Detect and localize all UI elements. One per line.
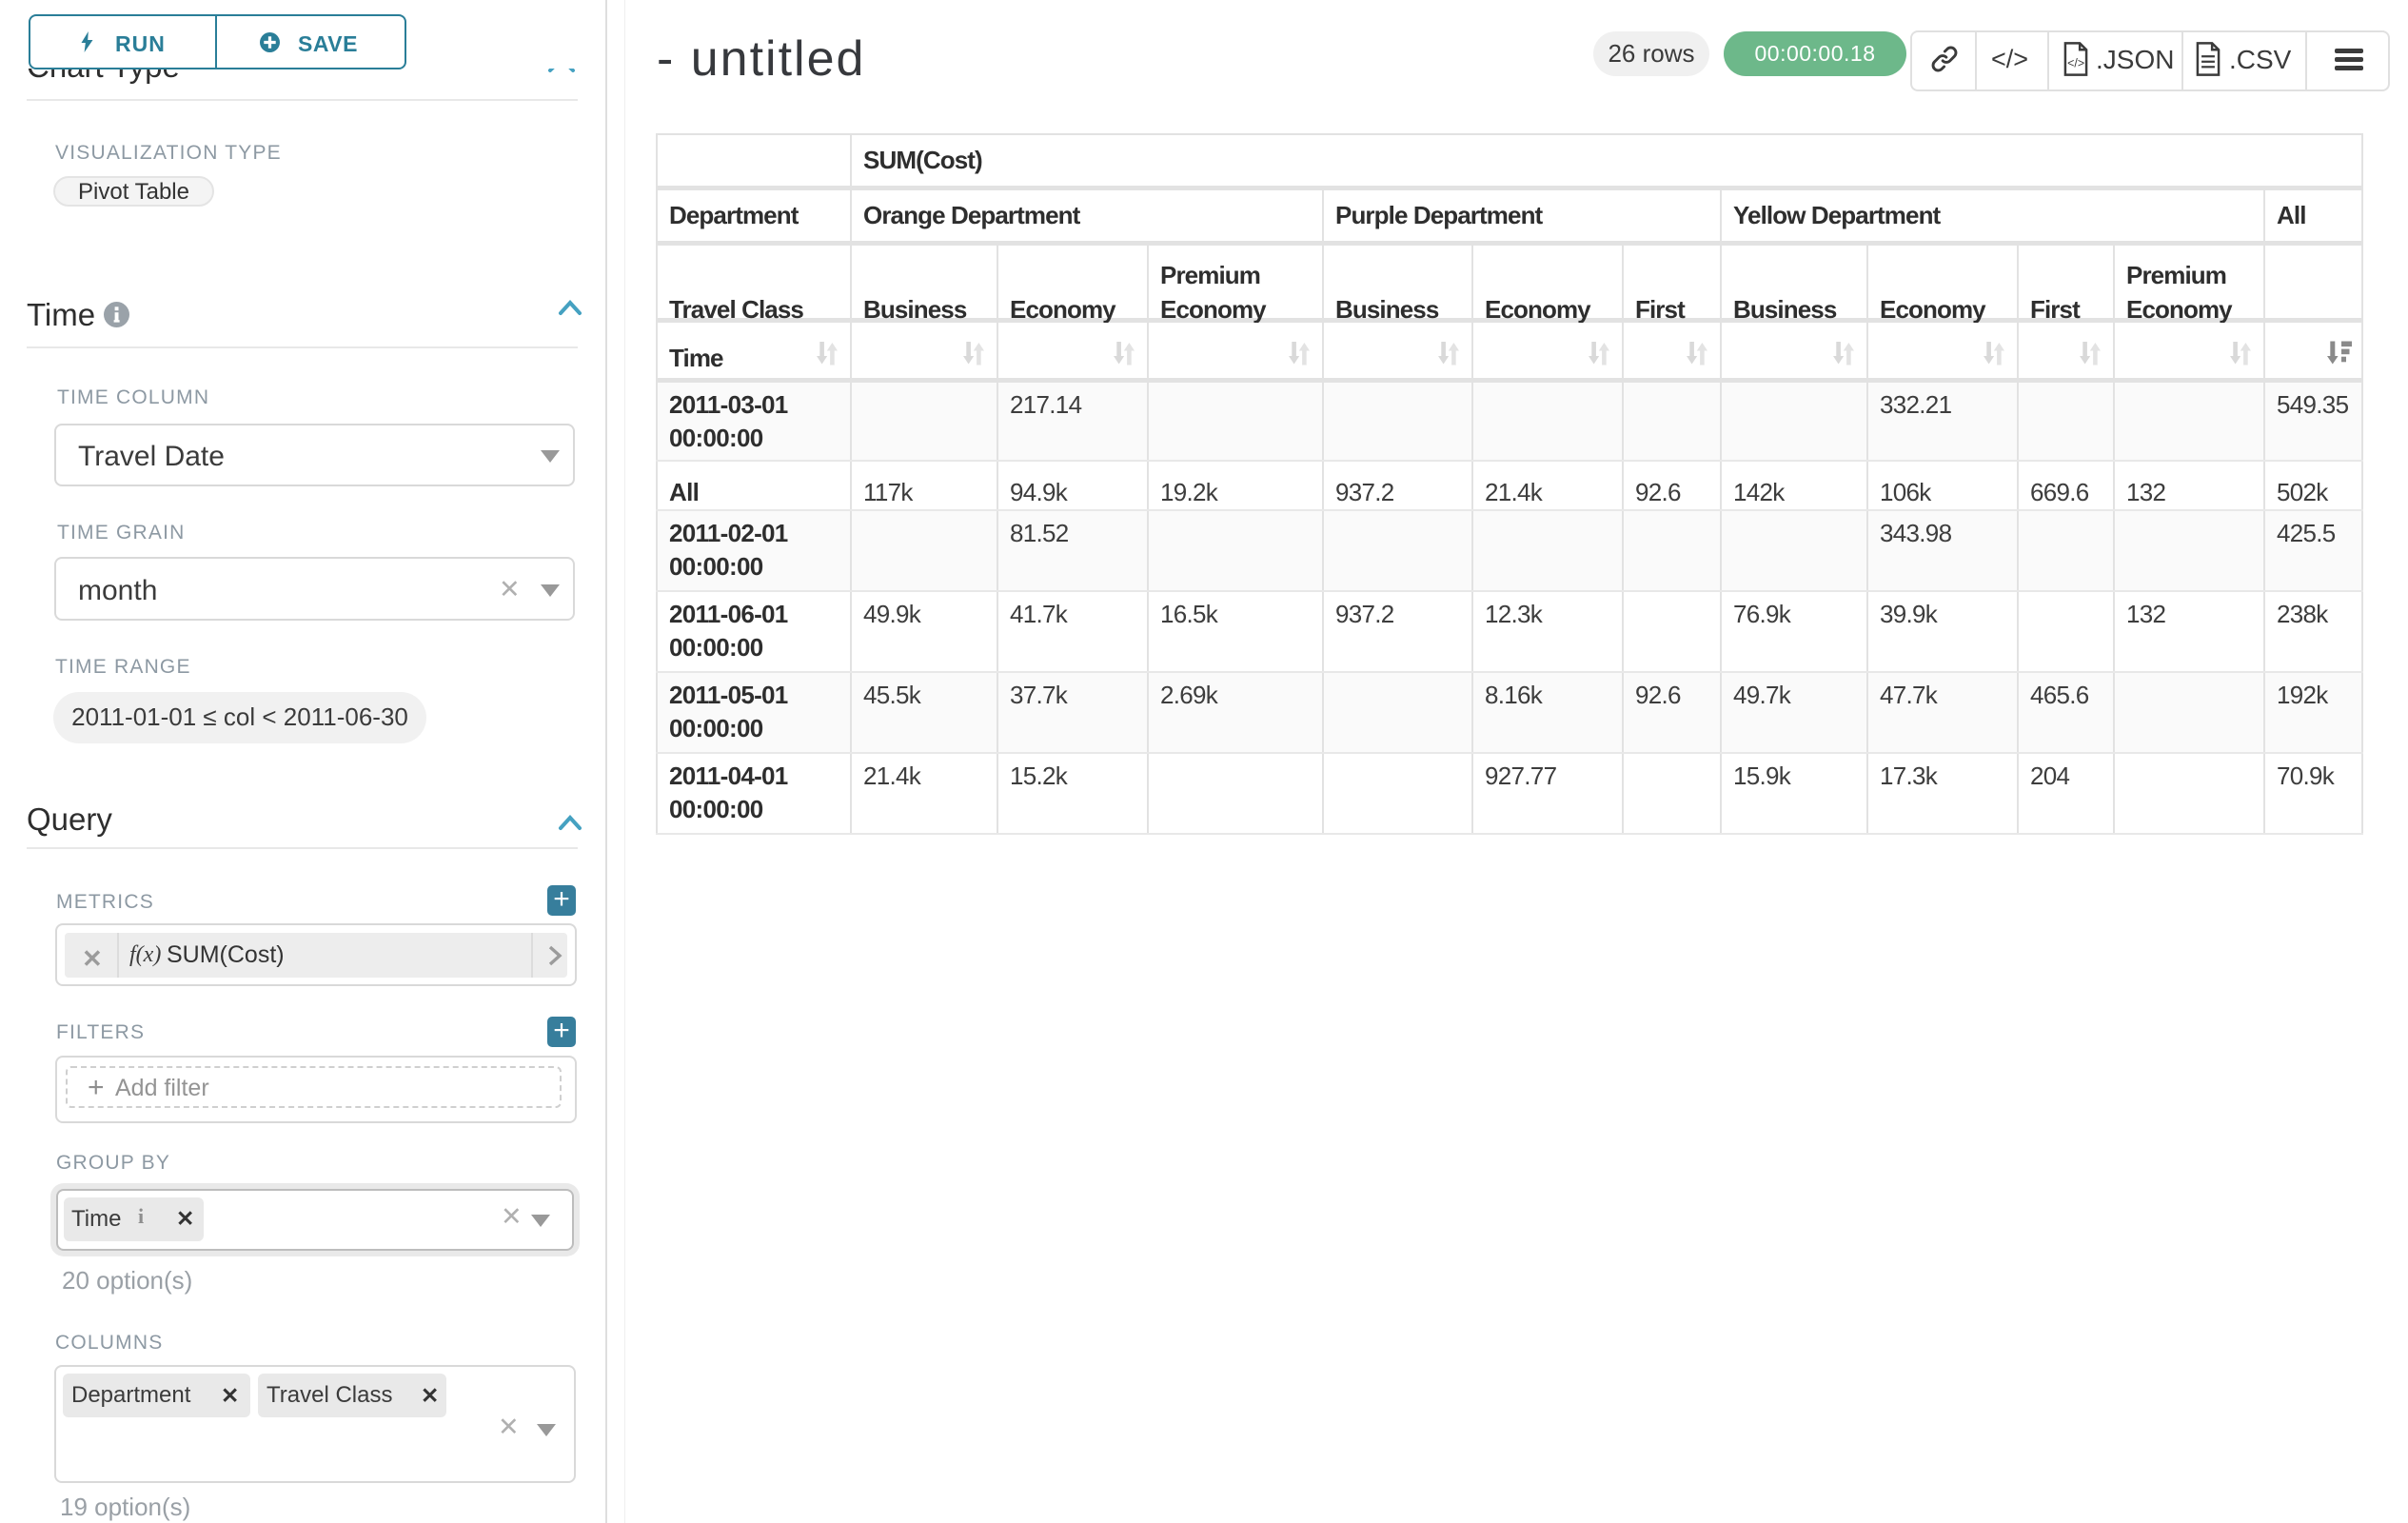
- svg-text:</>: </>: [2067, 56, 2084, 69]
